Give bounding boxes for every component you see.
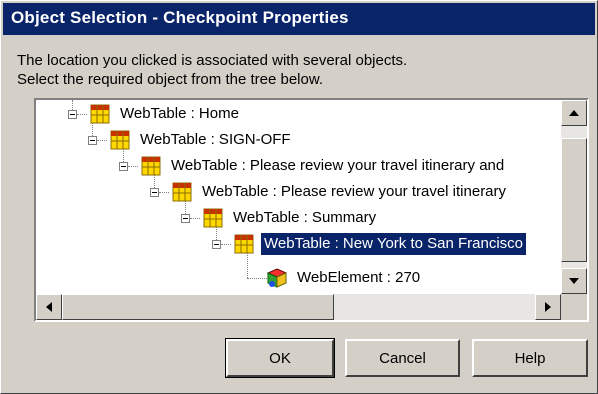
scroll-right-button[interactable] bbox=[535, 294, 561, 320]
vertical-scrollbar[interactable] bbox=[561, 100, 587, 294]
tree-connector bbox=[159, 191, 169, 193]
tree-node-label: WebTable : Please review your travel iti… bbox=[202, 183, 507, 200]
tree-node-label: WebTable : Summary bbox=[233, 209, 377, 226]
tree-node-label: WebTable : Home bbox=[120, 105, 239, 122]
scroll-up-button[interactable] bbox=[561, 100, 587, 126]
vertical-scroll-thumb[interactable] bbox=[561, 138, 587, 262]
collapse-toggle-icon[interactable] bbox=[212, 239, 221, 249]
tree-node-webelement-270[interactable]: WebElement : 270 bbox=[266, 265, 423, 291]
tree-node-webtable-summary[interactable]: WebTable : Summary bbox=[181, 205, 379, 231]
tree-guide-line bbox=[247, 278, 267, 279]
webtable-icon bbox=[172, 182, 192, 202]
tree-node-webtable-ny-sf[interactable]: WebTable : New York to San Francisco bbox=[212, 231, 527, 257]
collapse-toggle-icon[interactable] bbox=[119, 161, 128, 171]
collapse-toggle-icon[interactable] bbox=[68, 109, 77, 119]
collapse-toggle-icon[interactable] bbox=[181, 213, 190, 223]
ok-button[interactable]: OK bbox=[225, 338, 335, 378]
scroll-left-button[interactable] bbox=[36, 294, 62, 320]
object-selection-dialog: Object Selection - Checkpoint Properties… bbox=[0, 0, 598, 394]
arrow-left-icon bbox=[46, 302, 52, 312]
instructions: The location you clicked is associated w… bbox=[17, 51, 577, 89]
tree-connector bbox=[77, 113, 87, 115]
instructions-line-2: Select the required object from the tree… bbox=[17, 71, 324, 88]
title-bar[interactable]: Object Selection - Checkpoint Properties bbox=[3, 3, 595, 35]
object-tree[interactable]: WebTable : Home WebTable : SIGN-OFF WebT… bbox=[34, 98, 589, 322]
arrow-right-icon bbox=[545, 302, 551, 312]
horizontal-scroll-thumb[interactable] bbox=[62, 294, 334, 320]
arrow-down-icon bbox=[569, 278, 579, 284]
webtable-icon bbox=[203, 208, 223, 228]
collapse-toggle-icon[interactable] bbox=[88, 135, 97, 145]
scroll-down-button[interactable] bbox=[561, 268, 587, 294]
arrow-up-icon bbox=[569, 110, 579, 116]
tree-node-webtable-home[interactable]: WebTable : Home bbox=[68, 101, 242, 127]
tree-connector bbox=[97, 139, 107, 141]
tree-node-webtable-review-1[interactable]: WebTable : Please review your travel iti… bbox=[119, 153, 507, 179]
cancel-button[interactable]: Cancel bbox=[345, 339, 460, 377]
window-title: Object Selection - Checkpoint Properties bbox=[11, 8, 349, 27]
tree-node-label: WebElement : 270 bbox=[297, 269, 421, 286]
tree-node-webtable-review-2[interactable]: WebTable : Please review your travel iti… bbox=[150, 179, 509, 205]
tree-node-label: WebTable : Please review your travel iti… bbox=[171, 157, 505, 174]
help-button[interactable]: Help bbox=[472, 339, 588, 377]
tree-connector bbox=[221, 243, 231, 245]
webtable-icon bbox=[234, 234, 254, 254]
tree-viewport: WebTable : Home WebTable : SIGN-OFF WebT… bbox=[36, 100, 561, 294]
tree-node-webtable-signoff[interactable]: WebTable : SIGN-OFF bbox=[88, 127, 294, 153]
collapse-toggle-icon[interactable] bbox=[150, 187, 159, 197]
horizontal-scrollbar[interactable] bbox=[36, 294, 561, 320]
webtable-icon bbox=[110, 130, 130, 150]
tree-connector bbox=[128, 165, 138, 167]
instructions-line-1: The location you clicked is associated w… bbox=[17, 52, 408, 69]
webtable-icon bbox=[141, 156, 161, 176]
webelement-icon bbox=[266, 268, 288, 288]
tree-node-label: WebTable : SIGN-OFF bbox=[140, 131, 291, 148]
tree-connector bbox=[190, 217, 200, 219]
scrollbar-corner bbox=[561, 294, 587, 320]
webtable-icon bbox=[90, 104, 110, 124]
tree-node-label-selected: WebTable : New York to San Francisco bbox=[261, 233, 527, 255]
